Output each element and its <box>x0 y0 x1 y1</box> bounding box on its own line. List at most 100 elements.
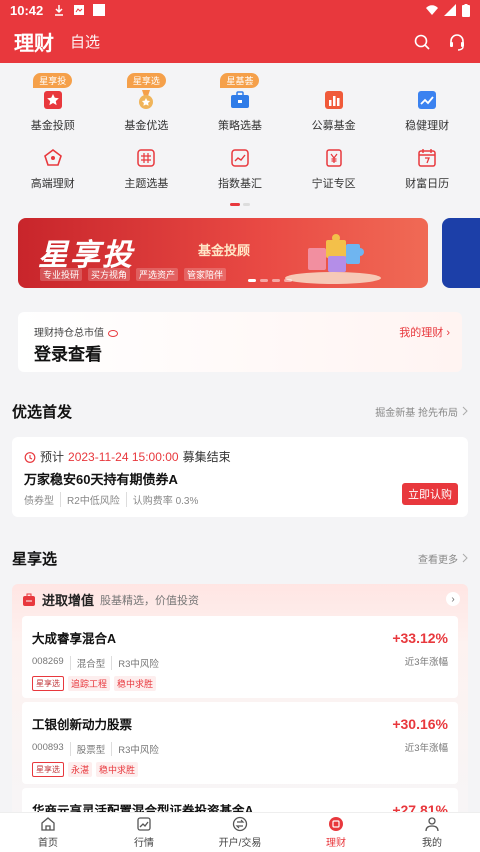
fund-card[interactable]: 大成睿享混合A 008269 混合型 R3中风险 星享选 追踪工程 稳中求胜 +… <box>22 616 458 698</box>
tab-watchlist[interactable]: 自选 <box>70 31 100 52</box>
star-section-header: 星享选 查看更多 <box>12 548 468 568</box>
top-bar: 10:42 理财 自选 <box>0 0 480 63</box>
fund-meta: 008269 混合型 R3中风险 <box>32 656 165 670</box>
fund-tags: 星享选 追踪工程 稳中求胜 <box>32 676 157 691</box>
nav-trade[interactable]: 开户/交易 <box>192 813 288 852</box>
menu-page-indicator <box>0 203 480 206</box>
product-tag: 认购费率 0.3% <box>125 492 205 507</box>
trend-icon <box>418 91 437 109</box>
menu-label: 宁证专区 <box>311 178 356 190</box>
fund-return: +30.16% <box>392 716 448 732</box>
nav-wealth[interactable]: 理财 <box>288 813 384 852</box>
fund-return-label: 近3年涨幅 <box>404 743 448 754</box>
promo-banner[interactable]: 星享投 基金投顾 专业投研 买方视角 严选资产 管家陪伴 <box>18 218 428 288</box>
banner-page-indicator <box>248 279 292 282</box>
case-icon <box>23 593 35 606</box>
menu-item-strategy[interactable]: 星基荟 策略选基 <box>194 63 286 139</box>
image-icon <box>74 5 85 15</box>
product-tags: 债券型 R2中低风险 认购费率 0.3% <box>24 492 204 507</box>
next-banner[interactable] <box>442 218 480 288</box>
subscribe-button[interactable]: 立即认购 <box>402 483 458 505</box>
fund-risk: R3中风险 <box>111 656 165 670</box>
featured-section-header: 优选首发 掘金新基 抢先布局 <box>12 401 468 421</box>
battery-icon <box>462 3 470 17</box>
menu-item-ning-zone[interactable]: 宁证专区 <box>288 139 380 195</box>
fund-card[interactable]: 工银创新动力股票 000893 股票型 R3中风险 星享选 永湛 稳中求胜 +3… <box>22 702 458 784</box>
tab-wealth[interactable]: 理财 <box>14 27 54 56</box>
menu-item-stable-wealth[interactable]: 稳健理财 <box>381 63 473 139</box>
nav-label: 我的 <box>422 838 442 849</box>
chevron-right-icon <box>462 553 468 563</box>
fund-tag: 星享选 <box>32 762 64 777</box>
panel-chevron-icon[interactable]: › <box>446 592 460 606</box>
banner-tag: 专业投研 <box>40 268 83 281</box>
fund-type: 混合型 <box>69 656 112 670</box>
fund-code: 000893 <box>32 742 64 753</box>
exchange-icon <box>232 816 248 832</box>
nav-mine[interactable]: 我的 <box>384 813 480 852</box>
menu-badge: 星享选 <box>126 73 166 88</box>
nav-market[interactable]: 行情 <box>96 813 192 852</box>
fund-tag: 稳中求胜 <box>114 676 157 691</box>
section-title: 优选首发 <box>12 403 73 421</box>
login-view-link[interactable]: 登录查看 <box>34 340 102 365</box>
fund-name: 工银创新动力股票 <box>32 718 133 732</box>
menu-label: 主题选基 <box>124 178 169 190</box>
product-tag: 债券型 <box>24 496 54 507</box>
clock-icon <box>24 451 36 463</box>
menu-item-theme[interactable]: 主题选基 <box>100 139 192 195</box>
status-time: 10:42 <box>10 2 44 18</box>
banner-tag: 买方视角 <box>88 268 131 281</box>
schedule-suffix: 募集结束 <box>182 450 231 464</box>
menu-label: 公募基金 <box>311 120 356 132</box>
nav-home[interactable]: 首页 <box>0 813 96 852</box>
holdings-login-card[interactable]: 理财持仓总市值 登录查看 我的理财 › <box>18 312 462 372</box>
nav-label: 开户/交易 <box>218 838 262 849</box>
medal-icon <box>139 90 154 109</box>
featured-product-card[interactable]: 预计 2023-11-24 15:00:00 募集结束 万家稳安60天持有期债券… <box>12 437 468 517</box>
menu-item-index[interactable]: 指数基汇 <box>194 139 286 195</box>
nav-label: 行情 <box>134 838 154 849</box>
menu-label: 稳健理财 <box>405 120 450 132</box>
menu-item-high-end[interactable]: 高端理财 <box>7 139 99 195</box>
signal-icon <box>444 4 456 16</box>
menu-item-fund-select[interactable]: 星享选 基金优选 <box>100 63 192 139</box>
menu-label: 策略选基 <box>217 120 262 132</box>
star-box-icon <box>43 91 62 109</box>
menu-item-calendar[interactable]: 财富日历 <box>381 139 473 195</box>
puzzle-illustration <box>285 234 381 284</box>
status-bar: 10:42 <box>0 0 480 20</box>
panel-title: 进取增值 <box>42 593 95 608</box>
chart-icon <box>137 817 151 831</box>
fund-tags: 星享选 永湛 稳中求胜 <box>32 762 139 777</box>
pentagon-icon <box>43 149 62 166</box>
menu-label: 财富日历 <box>405 178 450 190</box>
briefcase-icon <box>230 91 249 108</box>
customer-service-icon[interactable] <box>448 33 466 51</box>
fund-risk: R3中风险 <box>111 742 165 756</box>
fund-type: 股票型 <box>69 742 112 756</box>
menu-label: 高端理财 <box>30 178 75 190</box>
featured-more-link[interactable]: 掘金新基 抢先布局 <box>375 404 468 419</box>
star-more-link[interactable]: 查看更多 <box>418 551 468 566</box>
person-icon <box>425 817 439 832</box>
fund-code: 008269 <box>32 656 64 667</box>
app-header: 理财 自选 <box>0 20 480 63</box>
menu-item-public-fund[interactable]: 公募基金 <box>288 63 380 139</box>
fund-tag: 星享选 <box>32 676 64 691</box>
menu-item-fund-advisory[interactable]: 星享投 基金投顾 <box>7 63 99 139</box>
menu-badge: 星基荟 <box>220 73 260 88</box>
my-wealth-link[interactable]: 我的理财 › <box>399 324 450 340</box>
fund-meta: 000893 股票型 R3中风险 <box>32 742 165 756</box>
nav-label: 首页 <box>38 838 58 849</box>
search-icon[interactable] <box>414 34 430 50</box>
section-title: 星享选 <box>12 550 58 568</box>
wifi-icon <box>426 5 438 16</box>
wealth-icon <box>329 817 343 831</box>
yen-icon <box>325 149 342 167</box>
product-schedule: 预计 2023-11-24 15:00:00 募集结束 <box>24 448 231 465</box>
fund-tag: 永湛 <box>68 762 93 777</box>
bottom-nav: 首页 行情 开户/交易 理财 我的 <box>0 812 480 852</box>
banner-tag: 管家陪伴 <box>184 268 227 281</box>
panel-header[interactable]: 进取增值 股基精选，价值投资 <box>22 590 199 609</box>
